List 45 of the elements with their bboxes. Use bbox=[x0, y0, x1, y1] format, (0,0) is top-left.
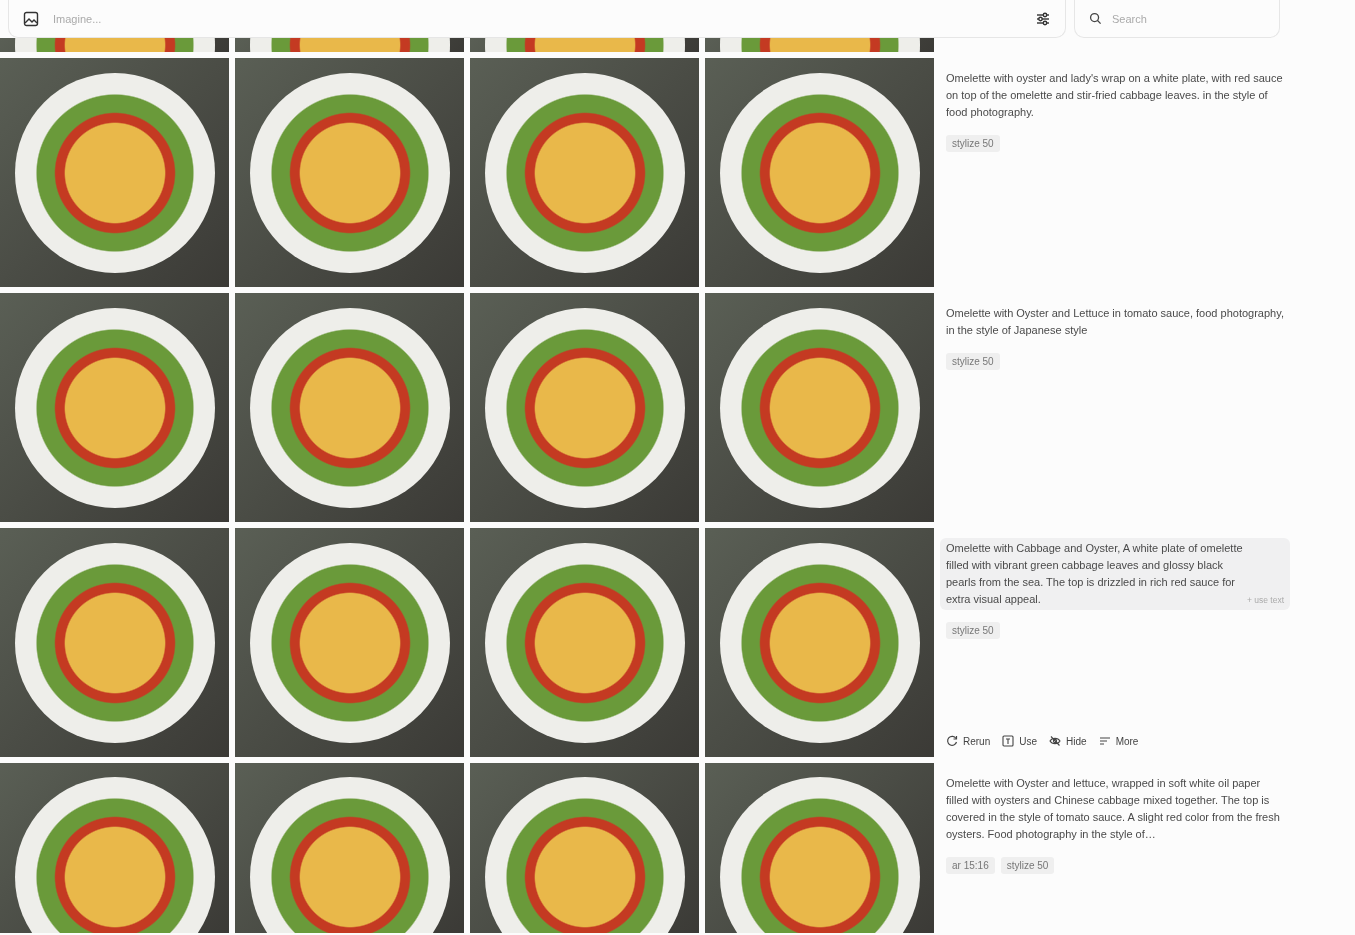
search-icon bbox=[1089, 12, 1102, 25]
parameter-tag[interactable]: stylize 50 bbox=[946, 353, 1000, 370]
prompt-text: Omelette with Cabbage and Oyster, A white plate of omelette filled with vibrant green cabbage leaves and glossy black pearls from the sea. The top is drizzled in rich red sauce for extra visual appeal. bbox=[946, 541, 1243, 607]
parameter-tag[interactable]: ar 15:16 bbox=[946, 857, 995, 874]
prompt-text: Omelette with Oyster and Lettuce in tomato sauce, food photography, in the style of Japanese style bbox=[946, 306, 1284, 338]
use-text-link[interactable]: + use text bbox=[1246, 595, 1284, 608]
photo-placeholder[interactable] bbox=[0, 293, 229, 522]
photo-placeholder[interactable] bbox=[0, 763, 229, 933]
parameter-tag[interactable]: stylize 50 bbox=[1000, 857, 1055, 874]
settings-icon[interactable] bbox=[1035, 10, 1051, 27]
photo-placeholder[interactable] bbox=[470, 528, 699, 757]
photo-placeholder[interactable] bbox=[235, 763, 464, 933]
eye-slash-icon bbox=[1049, 735, 1062, 747]
parameter-tag[interactable]: stylize 50 bbox=[946, 135, 1000, 152]
photo-placeholder[interactable] bbox=[235, 58, 464, 287]
more-button[interactable]: More bbox=[1098, 735, 1139, 747]
image-icon[interactable] bbox=[23, 10, 39, 27]
prompt-text: Omelette with oyster and lady's wrap on a white plate, with red sauce on top of the omelette and stir-fried cabbage leaves. in the style of food photography. bbox=[946, 71, 1284, 120]
prompt-field[interactable]: Imagine... bbox=[8, 0, 1066, 38]
photo-placeholder[interactable] bbox=[470, 763, 699, 933]
photo-placeholder[interactable] bbox=[0, 38, 229, 52]
text-icon bbox=[1002, 735, 1015, 747]
photo-placeholder[interactable] bbox=[470, 58, 699, 287]
prompt-text: Omelette with Oyster and lettuce, wrapped in soft white oil paper filled with oysters and Chinese cabbage mixed together. The top is covered in the style of tomato sauce. A slight red color from the fresh oysters. Food photography in the style of… bbox=[946, 776, 1281, 842]
lines-icon bbox=[1098, 735, 1111, 747]
photo-placeholder[interactable] bbox=[470, 293, 699, 522]
refresh-icon bbox=[946, 735, 958, 747]
use-button[interactable]: Use bbox=[1002, 735, 1038, 747]
photo-placeholder[interactable] bbox=[705, 528, 934, 757]
prompt-input[interactable]: Imagine... bbox=[51, 11, 1023, 26]
hide-button[interactable]: Hide bbox=[1049, 735, 1087, 747]
search-field[interactable]: Search bbox=[1074, 0, 1280, 38]
photo-placeholder[interactable] bbox=[705, 763, 934, 933]
photo-placeholder[interactable] bbox=[235, 38, 464, 52]
photo-placeholder[interactable] bbox=[235, 293, 464, 522]
photo-placeholder[interactable] bbox=[470, 38, 699, 52]
photo-placeholder[interactable] bbox=[705, 58, 934, 287]
search-input[interactable]: Search bbox=[1110, 11, 1265, 26]
rerun-button[interactable]: Rerun bbox=[946, 735, 991, 747]
parameter-tag[interactable]: stylize 50 bbox=[946, 622, 1000, 639]
photo-placeholder[interactable] bbox=[705, 38, 934, 52]
photo-placeholder[interactable] bbox=[0, 528, 229, 757]
photo-placeholder[interactable] bbox=[0, 58, 229, 287]
photo-placeholder[interactable] bbox=[235, 528, 464, 757]
photo-placeholder[interactable] bbox=[705, 293, 934, 522]
